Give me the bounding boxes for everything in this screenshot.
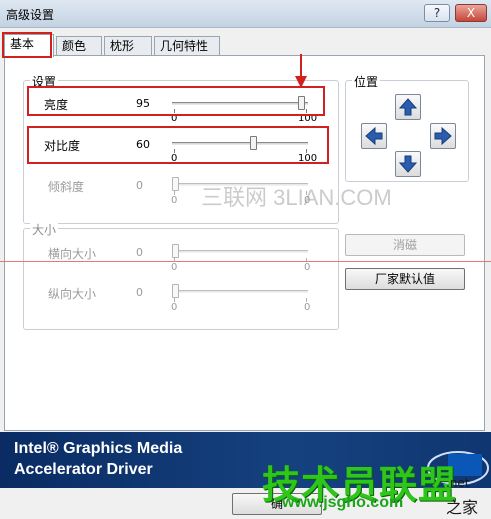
vertical-size-slider-thumb [172, 284, 179, 298]
horizontal-size-value: 0 [136, 246, 143, 259]
annotation-arrow-icon [295, 54, 307, 88]
highlight-brightness-row [27, 86, 325, 116]
tab-pincushion[interactable]: 枕形 [104, 36, 152, 56]
size-group-title: 大小 [30, 221, 59, 238]
tilt-max-label: 0 [304, 195, 311, 206]
horizontal-size-max-label: 0 [304, 262, 311, 273]
horizontal-size-label: 横向大小 [48, 247, 97, 261]
tab-pincushion-label: 枕形 [110, 39, 135, 53]
vertical-size-label: 纵向大小 [48, 287, 97, 301]
help-button[interactable]: ? [424, 4, 450, 22]
vertical-size-value: 0 [136, 286, 143, 299]
banner-line-2: Accelerator Driver [14, 461, 153, 478]
title-bar: 高级设置 ? X [0, 0, 491, 28]
vertical-size-min-label: 0 [171, 302, 178, 313]
move-left-button[interactable] [361, 123, 387, 149]
factory-defaults-button[interactable]: 厂家默认值 [345, 268, 465, 290]
window-title: 高级设置 [6, 8, 55, 22]
watermark-url: www.jsgho.com [282, 494, 404, 511]
tilt-slider-track [172, 183, 308, 186]
arrow-right-icon [434, 126, 452, 146]
arrow-down-icon [398, 155, 418, 173]
degauss-button: 消磁 [345, 234, 465, 256]
watermark-corner: 之家 [446, 498, 479, 517]
vertical-size-slider-track [172, 290, 308, 293]
size-group: 大小 横向大小 0 0 0 纵向大小 0 0 0 [23, 221, 339, 330]
position-group: 位置 [345, 73, 469, 182]
highlight-contrast-row [27, 126, 329, 164]
tab-geometry-label: 几何特性 [160, 39, 209, 53]
tilt-value: 0 [136, 179, 143, 192]
move-down-button[interactable] [395, 151, 421, 177]
horizontal-size-min-label: 0 [171, 262, 178, 273]
horizontal-size-slider-thumb [172, 244, 179, 258]
tab-color[interactable]: 颜色 [56, 36, 102, 56]
tab-panel: 三联网 3LIAN.COM 设置 亮度 95 0 100 对比度 60 0 10… [4, 55, 485, 431]
banner-line-1: Intel® Graphics Media [14, 440, 183, 457]
arrow-up-icon [398, 98, 418, 116]
horizontal-size-slider-track [172, 250, 308, 253]
tab-geometry[interactable]: 几何特性 [154, 36, 220, 56]
annotation-line [0, 261, 491, 262]
move-up-button[interactable] [395, 94, 421, 120]
tilt-label: 倾斜度 [48, 180, 85, 194]
tilt-min-label: 0 [171, 195, 178, 206]
move-right-button[interactable] [430, 123, 456, 149]
position-group-title: 位置 [352, 73, 381, 90]
tilt-slider-thumb [172, 177, 179, 191]
watermark-net: .net [446, 476, 470, 490]
highlight-basic-tab [2, 32, 52, 58]
vertical-size-max-label: 0 [304, 302, 311, 313]
arrow-left-icon [365, 126, 383, 146]
tab-color-label: 颜色 [62, 39, 87, 53]
close-button[interactable]: X [455, 4, 487, 22]
